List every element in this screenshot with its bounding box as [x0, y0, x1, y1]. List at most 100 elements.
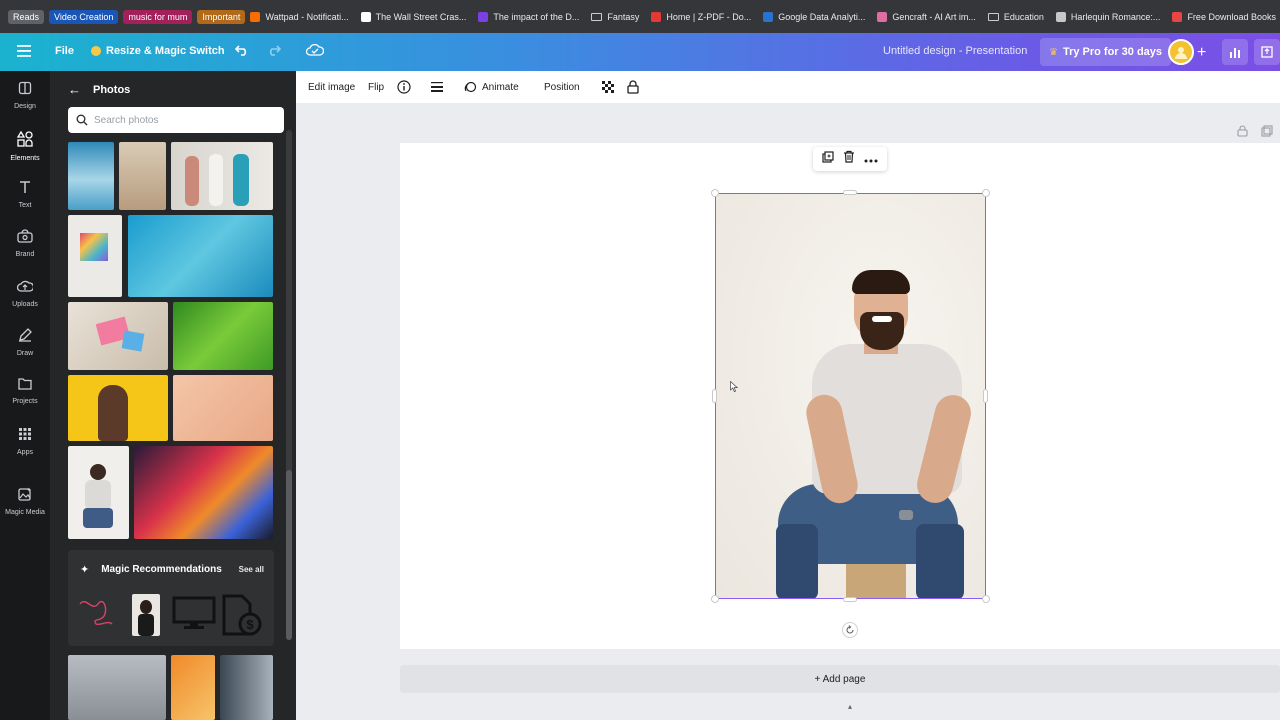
bookmark-item[interactable]: Wattpad - Notificati... — [250, 11, 349, 22]
rail-item-brand[interactable]: Brand — [0, 229, 50, 258]
design-title[interactable]: Untitled design - Presentation — [883, 45, 1027, 57]
bookmarks-bar: Reads Video Creation music for mum Importan… — [0, 0, 1280, 33]
edit-image-button[interactable]: Edit image — [308, 82, 355, 93]
panel-scrollbar-thumb[interactable] — [286, 470, 292, 640]
bookmark-chip[interactable]: Reads — [8, 9, 45, 24]
bookmark-chip[interactable]: Important — [197, 9, 246, 24]
bookmark-item[interactable]: Free Download Books — [1172, 11, 1276, 22]
projects-icon — [18, 377, 32, 395]
photo-colorful-leaves[interactable] — [134, 446, 273, 539]
photo-poster[interactable] — [68, 215, 122, 297]
selected-photo-man[interactable] — [715, 193, 986, 599]
bookmark-item[interactable]: The impact of the D... — [478, 11, 579, 22]
bookmark-chip[interactable]: music for mum — [123, 9, 193, 24]
resize-handle-top-left[interactable] — [711, 189, 719, 197]
top-toolbar: File Resize & Magic Switch Untitled desi… — [0, 33, 1280, 71]
cloud-save-icon[interactable] — [306, 43, 324, 57]
context-toolbar: Edit image Flip Animate Position — [296, 71, 1280, 103]
rail-item-apps[interactable]: Apps — [0, 427, 50, 456]
rail-item-draw[interactable]: Draw — [0, 328, 50, 357]
rail-item-magic-media[interactable]: Magic Media — [0, 487, 50, 516]
undo-icon[interactable] — [235, 44, 249, 56]
photo-women-group[interactable] — [171, 142, 273, 210]
duplicate-icon[interactable] — [822, 150, 834, 168]
search-input[interactable] — [94, 114, 274, 126]
add-collaborator-icon[interactable]: + — [1197, 44, 1206, 62]
rail-item-projects[interactable]: Projects — [0, 377, 50, 405]
resize-magic-switch-button[interactable]: Resize & Magic Switch — [91, 45, 225, 57]
photo-woman-phone[interactable] — [68, 375, 168, 441]
photo-green-leaf[interactable] — [173, 302, 273, 370]
wattpad-icon — [250, 11, 261, 22]
bookmark-chip[interactable]: Video Creation — [49, 9, 119, 24]
recommendation-squiggle[interactable] — [78, 596, 114, 628]
bookmark-label: The Wall Street Cras... — [375, 11, 467, 22]
recommendation-woman[interactable] — [132, 594, 160, 636]
photo-ocean-texture[interactable] — [68, 142, 114, 210]
coursera-icon — [763, 11, 774, 22]
bookmark-label: Fantasy — [607, 11, 640, 22]
bookmark-item[interactable]: Google Data Analyti... — [763, 11, 865, 22]
recommendation-monitor[interactable] — [172, 596, 216, 630]
transparency-icon[interactable] — [602, 81, 614, 93]
menu-icon[interactable] — [17, 45, 31, 57]
photo-office[interactable] — [68, 655, 166, 720]
bookmark-item[interactable]: Harlequin Romance:... — [1055, 11, 1160, 22]
insights-icon[interactable] — [1222, 39, 1248, 65]
gencraft-icon — [877, 11, 888, 22]
photo-sand[interactable] — [173, 375, 273, 441]
page-duplicate-icon[interactable] — [1261, 124, 1273, 142]
rotate-handle-icon[interactable] — [842, 622, 858, 638]
try-pro-button[interactable]: ♛ Try Pro for 30 days — [1040, 38, 1172, 66]
photo-desk-flatlay[interactable] — [68, 302, 168, 370]
rail-item-elements[interactable]: Elements — [0, 130, 50, 162]
panel-title: Photos — [93, 83, 131, 96]
photo-sea-surface[interactable] — [128, 215, 273, 297]
rail-item-label: Design — [14, 103, 36, 110]
bookmark-item[interactable]: The Wall Street Cras... — [360, 11, 467, 22]
resize-handle-bottom-left[interactable] — [711, 595, 719, 603]
back-arrow-icon[interactable]: ← — [68, 82, 81, 97]
add-page-button[interactable]: + Add page — [400, 665, 1280, 693]
rail-item-uploads[interactable]: Uploads — [0, 279, 50, 308]
photo-orange-abstract[interactable] — [171, 655, 215, 720]
resize-handle-bottom-right[interactable] — [982, 595, 990, 603]
rail-item-text[interactable]: Text — [0, 180, 50, 209]
avatar[interactable] — [1168, 39, 1194, 65]
info-icon[interactable] — [397, 80, 411, 94]
chevron-up-icon[interactable]: ▴ — [843, 702, 857, 712]
lock-icon[interactable] — [627, 80, 639, 94]
page-lock-icon[interactable] — [1237, 124, 1248, 142]
book-icon — [478, 11, 489, 22]
photo-seashell[interactable] — [119, 142, 166, 210]
position-label: Position — [544, 81, 580, 93]
position-button[interactable]: Position — [544, 82, 580, 93]
resize-handle-top[interactable] — [843, 190, 857, 195]
rail-item-label: Text — [18, 202, 32, 209]
flip-button[interactable]: Flip — [368, 82, 384, 93]
bookmark-label: Home | Z-PDF - Do... — [666, 11, 752, 22]
file-menu[interactable]: File — [55, 45, 74, 57]
recommendation-money-doc[interactable]: $ — [220, 594, 264, 636]
trash-icon[interactable] — [843, 150, 855, 168]
bookmark-item[interactable]: Education — [987, 12, 1044, 22]
brand-icon — [17, 229, 33, 248]
more-options-icon[interactable] — [864, 150, 878, 168]
resize-handle-left[interactable] — [712, 389, 717, 403]
photo-building[interactable] — [220, 655, 273, 720]
crown-icon — [91, 46, 101, 56]
rail-item-design[interactable]: Design — [0, 81, 50, 110]
see-all-link[interactable]: See all — [239, 565, 264, 574]
share-icon[interactable] — [1254, 39, 1280, 65]
resize-handle-bottom[interactable] — [843, 597, 857, 602]
resize-handle-right[interactable] — [983, 389, 988, 403]
photo-man-sitting[interactable] — [68, 446, 129, 539]
bookmark-item[interactable]: Gencraft - AI Art im... — [877, 11, 976, 22]
border-style-icon[interactable] — [431, 82, 443, 92]
redo-icon[interactable] — [267, 44, 281, 56]
resize-handle-top-right[interactable] — [982, 189, 990, 197]
bookmark-item[interactable]: Fantasy — [591, 12, 639, 22]
search-box[interactable] — [68, 107, 284, 133]
bookmark-item[interactable]: Home | Z-PDF - Do... — [651, 11, 752, 22]
animate-button[interactable]: Animate — [464, 81, 519, 94]
